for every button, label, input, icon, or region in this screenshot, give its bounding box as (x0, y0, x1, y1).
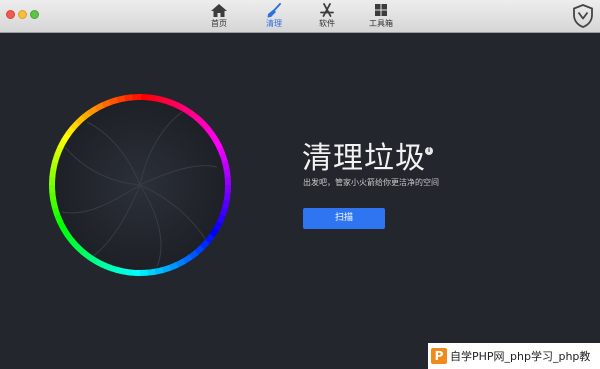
tab-software[interactable]: 软件 (307, 3, 347, 31)
window-toolbar: 首页 清理 软件 工具箱 (0, 0, 600, 33)
watermark-text: 自学PHP网_php学习_php教 (450, 350, 591, 363)
tab-clean[interactable]: 清理 (254, 3, 294, 31)
window-minimize-button[interactable] (18, 10, 27, 19)
window-close-button[interactable] (6, 10, 15, 19)
shield-icon[interactable] (572, 4, 594, 28)
tab-toolbox-label: 工具箱 (369, 19, 393, 28)
tab-clean-label: 清理 (266, 19, 282, 28)
app-store-icon (320, 3, 334, 17)
home-icon (211, 4, 227, 17)
tab-software-label: 软件 (319, 19, 335, 28)
toolbox-icon (375, 4, 387, 16)
page-subtitle: 出发吧，管家小火箭给你更洁净的空间 (303, 178, 439, 187)
tab-home[interactable]: 首页 (199, 3, 239, 31)
tab-toolbox[interactable]: 工具箱 (361, 3, 401, 31)
tab-home-label: 首页 (211, 19, 227, 28)
info-icon[interactable]: i (425, 147, 433, 155)
watermark-logo: P (431, 348, 447, 364)
window-maximize-button[interactable] (30, 10, 39, 19)
scan-ring (47, 92, 233, 278)
aperture-ring-graphic (49, 94, 231, 276)
broom-icon (267, 3, 281, 18)
scan-button[interactable]: 扫描 (303, 208, 385, 229)
watermark: P 自学PHP网_php学习_php教 (428, 343, 600, 369)
page-title: 清理垃圾 (302, 141, 426, 176)
